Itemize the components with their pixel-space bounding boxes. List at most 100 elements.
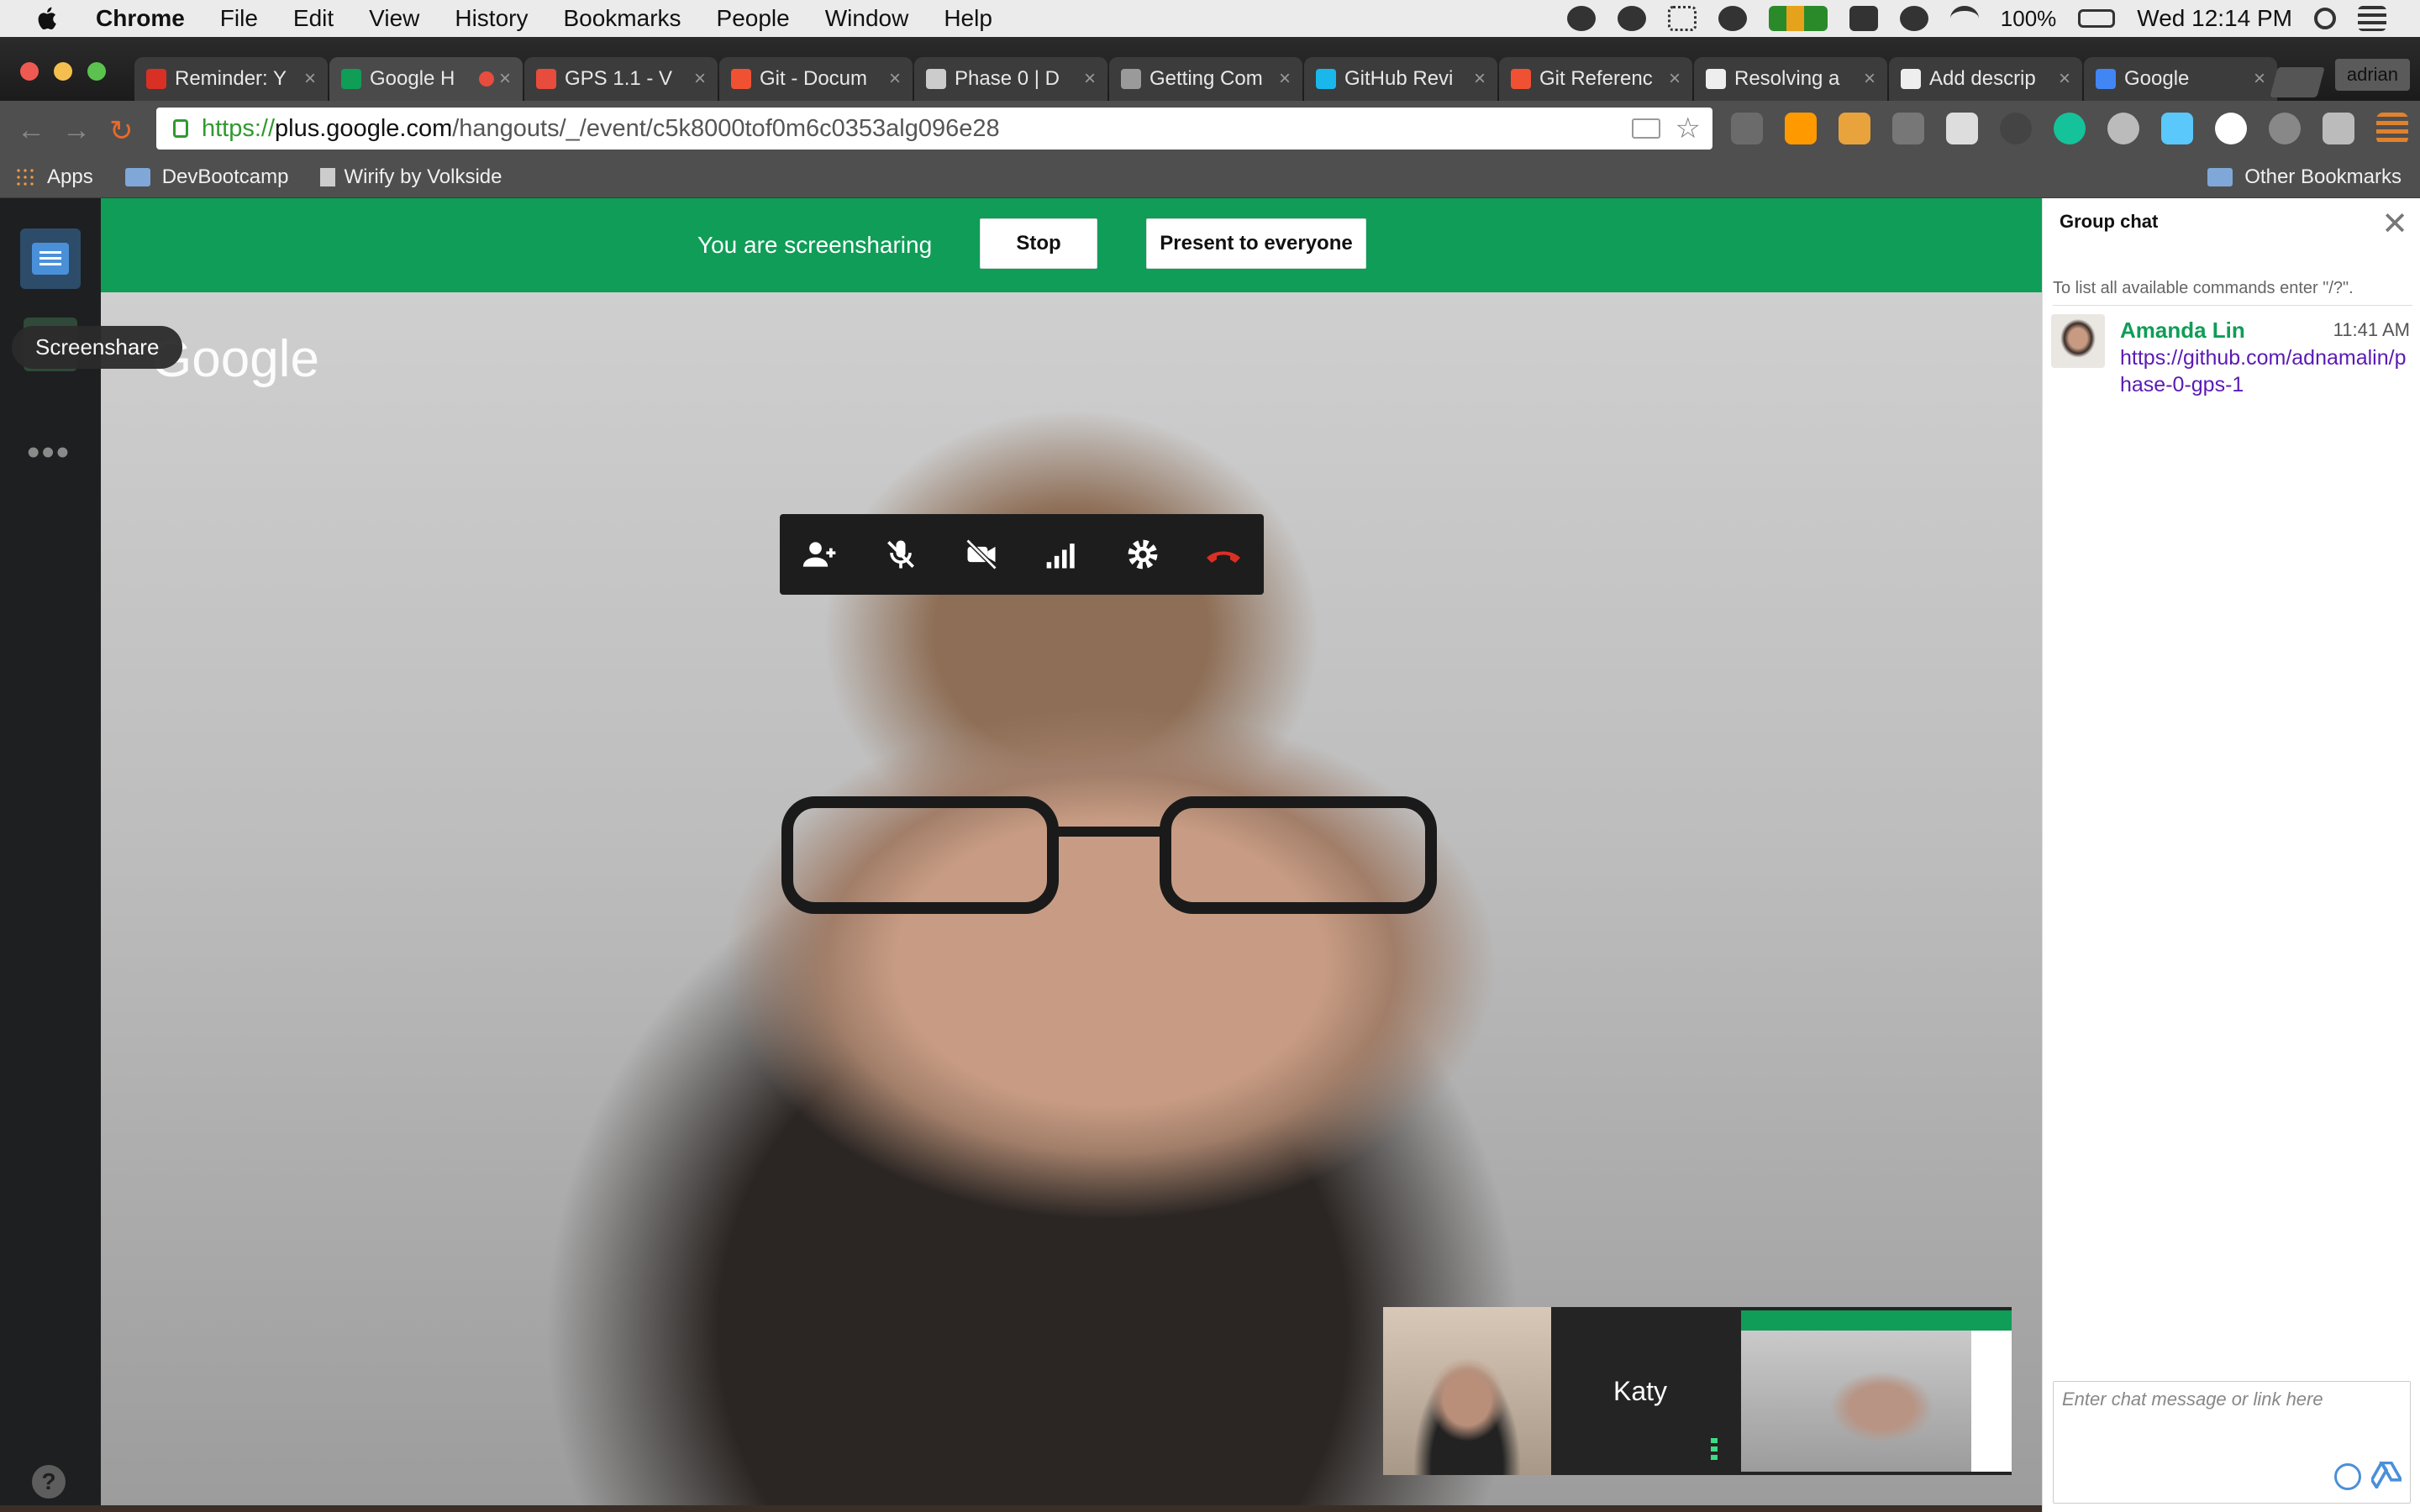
bookmark-wirify[interactable]: Wirify by Volkside [320,165,502,189]
activity-meter-icon[interactable] [1768,6,1828,31]
headphones-icon[interactable] [1566,6,1596,31]
camera-in-use-icon[interactable] [1632,118,1660,139]
menubar-clock[interactable]: Wed 12:14 PM [2137,5,2292,32]
battery-icon[interactable] [2078,9,2116,28]
menu-view[interactable]: View [369,5,419,32]
stop-button[interactable]: Stop [980,218,1097,269]
notification-center-icon[interactable] [2358,6,2386,31]
call-controls [780,514,1264,595]
message-sender[interactable]: Amanda Lin [2120,318,2245,344]
grammarly-extension-icon[interactable] [2054,113,2086,144]
browser-toolbar: ← → ↻ https:// plus.google.com /hangouts… [0,101,2420,156]
browser-tab[interactable]: GitHub Revi × [1304,57,1497,101]
menu-bookmarks[interactable]: Bookmarks [563,5,681,32]
menu-file[interactable]: File [220,5,258,32]
bookmark-other-bookmarks[interactable]: Other Bookmarks [2207,165,2402,189]
app-menu-chrome[interactable]: Chrome [96,5,185,32]
menu-edit[interactable]: Edit [293,5,334,32]
tab-close-icon[interactable]: × [1669,67,1681,91]
browser-tab[interactable]: Git Referenc × [1499,57,1692,101]
tab-close-icon[interactable]: × [1474,67,1486,91]
tab-close-icon[interactable]: × [1084,67,1096,91]
chat-app-button[interactable] [20,228,81,289]
tab-close-icon[interactable]: × [304,67,316,91]
tab-favicon-icon [926,69,946,89]
apple-icon[interactable] [34,4,62,33]
browser-tab[interactable]: Git - Docum × [719,57,913,101]
menu-window[interactable]: Window [825,5,909,32]
amazon-extension-icon[interactable] [1785,113,1817,144]
lightbulb-extension-icon[interactable] [2269,113,2301,144]
browser-tab[interactable]: Google H × [329,57,523,101]
reload-icon[interactable]: ↻ [109,114,134,148]
window-minimize-button[interactable] [54,62,72,81]
menu-help[interactable]: Help [944,5,992,32]
chrome-menu-icon[interactable] [2376,113,2408,144]
present-to-everyone-button[interactable]: Present to everyone [1146,218,1366,269]
google-drive-icon[interactable] [2371,1462,2402,1488]
new-tab-button[interactable] [2270,67,2325,97]
grid-dots-icon[interactable] [1667,6,1697,31]
bookmark-star-icon[interactable]: ☆ [1676,112,1701,145]
tab-close-icon[interactable]: × [1864,67,1876,91]
camera-off-icon[interactable] [961,534,1002,575]
bookmark-devbootcamp[interactable]: DevBootcamp [124,165,289,189]
k-extension-icon[interactable] [1839,113,1870,144]
tab-close-icon[interactable]: × [1279,67,1291,91]
sb-extension-icon[interactable] [2215,113,2247,144]
menu-people[interactable]: People [717,5,790,32]
window-zoom-button[interactable] [87,62,106,81]
spotlight-search-icon[interactable] [2314,8,2336,29]
invite-people-icon[interactable] [800,534,840,575]
close-chat-icon[interactable]: ✕ [2381,205,2408,243]
browser-tab[interactable]: Phase 0 | D × [914,57,1107,101]
wifi-icon[interactable] [1949,6,1979,31]
message-link[interactable]: https://github.com/adnamalin/phase-0-gps… [2120,344,2409,398]
browser-tab[interactable]: Add descrip × [1889,57,2082,101]
tab-close-icon[interactable]: × [889,67,901,91]
eyedropper-extension-icon[interactable] [1892,113,1924,144]
mute-microphone-icon[interactable] [881,534,921,575]
coffee-icon[interactable] [1718,6,1747,31]
stealth-extension-icon[interactable] [2000,113,2032,144]
apps-grid-icon [15,166,35,187]
signal-extension-icon[interactable] [1731,113,1763,144]
browser-tab[interactable]: Google × [2084,57,2277,101]
tab-close-icon[interactable]: × [499,67,511,91]
help-icon[interactable]: ? [32,1465,66,1499]
back-arrow-icon[interactable]: ← [17,114,45,147]
browser-tab[interactable]: Getting Com × [1109,57,1302,101]
profile-button[interactable]: adrian [2334,59,2410,91]
screenshot-extension-icon[interactable] [2323,113,2354,144]
tab-close-icon[interactable]: × [2254,67,2265,91]
window-close-button[interactable] [20,62,39,81]
avatar[interactable] [2051,314,2105,368]
diamond-extension-icon[interactable] [2161,113,2193,144]
creative-cloud-icon[interactable] [1899,6,1928,31]
forward-arrow-icon[interactable]: → [62,114,91,147]
lock-icon[interactable] [173,119,188,138]
address-bar[interactable]: https:// plus.google.com /hangouts/_/eve… [156,108,1712,150]
tab-title: Google H [370,67,455,90]
browser-tab[interactable]: GPS 1.1 - V × [524,57,718,101]
browser-tab[interactable]: Reminder: Y × [134,57,328,101]
calendar-icon[interactable] [1849,6,1878,31]
settings-gear-icon[interactable] [1123,534,1163,575]
tab-close-icon[interactable]: × [2059,67,2070,91]
participant-tile-amanda[interactable] [1383,1307,1551,1475]
other-bookmarks-label: Other Bookmarks [2244,165,2402,188]
more-apps-icon[interactable]: ••• [27,432,71,474]
bookmark-apps[interactable]: Apps [0,165,93,189]
checkmark-icon[interactable] [1617,6,1646,31]
tab-close-icon[interactable]: × [694,67,706,91]
hang-up-icon[interactable] [1203,534,1244,575]
bandwidth-signal-icon[interactable] [1042,534,1082,575]
browser-tab[interactable]: Resolving a × [1694,57,1887,101]
participant-tile-screenshare[interactable] [1729,1307,2012,1475]
emoji-icon[interactable] [2334,1463,2361,1490]
honey-extension-icon[interactable] [2107,113,2139,144]
menu-history[interactable]: History [455,5,528,32]
participant-tile-katy[interactable]: Katy [1551,1307,1729,1475]
pocket-extension-icon[interactable] [1946,113,1978,144]
bookmark-devbootcamp-label: DevBootcamp [161,165,289,188]
